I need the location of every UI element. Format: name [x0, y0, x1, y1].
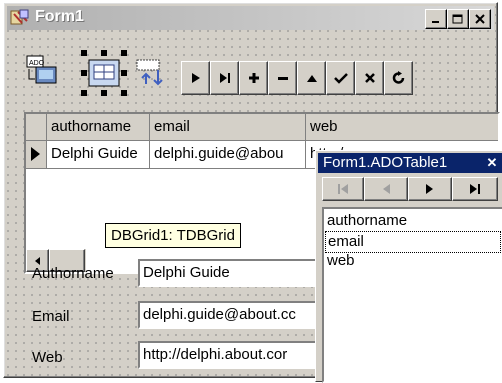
column-header[interactable]: authorname [47, 114, 150, 140]
scroll-left-icon [34, 256, 40, 265]
list-item[interactable]: web [327, 251, 355, 271]
minimize-icon [432, 21, 439, 23]
db-grid-component[interactable] [81, 50, 127, 96]
fields-editor-window: Form1.ADOTable1 ✕ authorname email web [315, 150, 502, 383]
list-item-selected[interactable]: email [325, 231, 501, 253]
last-record-icon [470, 184, 480, 194]
nav-delete-button[interactable] [268, 61, 297, 95]
play-icon [191, 73, 200, 83]
next-record-icon [426, 184, 433, 194]
svg-text:ADO: ADO [29, 60, 45, 67]
selection-handle[interactable] [121, 50, 127, 56]
plus-icon [248, 73, 259, 83]
title-bar[interactable]: Form1 [7, 6, 494, 30]
last-record-icon [219, 73, 230, 83]
nav-edit-button[interactable] [297, 61, 326, 95]
maximize-icon [452, 14, 463, 23]
authorname-field[interactable]: Delphi Guide [138, 259, 322, 287]
nav-first-button[interactable] [181, 61, 210, 95]
list-item[interactable]: authorname [327, 211, 407, 231]
nav-post-button[interactable] [326, 61, 355, 95]
selection-handle[interactable] [81, 70, 87, 76]
grid-cell[interactable]: Delphi Guide [47, 141, 150, 168]
column-header[interactable]: web [306, 114, 500, 140]
prior-record-icon [383, 184, 390, 194]
minus-icon [277, 77, 288, 80]
x-icon [364, 73, 375, 83]
refresh-icon [392, 71, 404, 84]
selection-handle[interactable] [121, 90, 127, 96]
nav-last-button[interactable] [210, 61, 239, 95]
triangle-up-icon [306, 75, 317, 82]
db-navigator-icon[interactable] [136, 56, 168, 88]
selection-handle[interactable] [101, 50, 107, 56]
indicator-header [26, 114, 47, 140]
web-label: Web [32, 349, 63, 366]
fe-next-button[interactable] [408, 177, 452, 201]
grid-cell[interactable]: delphi.guide@abou [150, 141, 306, 168]
fields-editor-close-icon[interactable]: ✕ [484, 156, 500, 170]
close-button[interactable] [469, 9, 491, 29]
db-grid-icon [88, 59, 120, 87]
current-row-arrow-icon [31, 147, 40, 161]
nav-refresh-button[interactable] [384, 61, 413, 95]
window-title: Form1 [35, 8, 84, 25]
fields-editor-title: Form1.ADOTable1 [323, 154, 448, 171]
minimize-button[interactable] [425, 9, 447, 29]
selection-handle[interactable] [101, 90, 107, 96]
component-tooltip: DBGrid1: TDBGrid [105, 223, 241, 248]
first-record-icon [338, 184, 348, 194]
check-icon [333, 73, 348, 84]
maximize-button[interactable] [447, 9, 469, 29]
fe-prior-button[interactable] [364, 177, 408, 201]
fe-first-button[interactable] [322, 177, 364, 201]
selection-handle[interactable] [121, 70, 127, 76]
grid-header: authorname email web [26, 114, 498, 141]
nav-cancel-button[interactable] [355, 61, 384, 95]
column-header[interactable]: email [150, 114, 306, 140]
selection-handle[interactable] [81, 90, 87, 96]
selection-handle[interactable] [81, 50, 87, 56]
authorname-label: Authorname [32, 265, 114, 282]
email-label: Email [32, 308, 70, 325]
web-field[interactable]: http://delphi.about.cor [138, 341, 322, 369]
close-icon [475, 14, 485, 24]
ado-connection-icon[interactable]: ADO [26, 55, 58, 87]
fields-list[interactable]: authorname email web [322, 207, 502, 383]
delphi-app-icon [10, 9, 29, 25]
email-field[interactable]: delphi.guide@about.cc [138, 301, 322, 329]
fe-last-button[interactable] [452, 177, 498, 201]
nav-insert-button[interactable] [239, 61, 268, 95]
fields-editor-title-bar[interactable]: Form1.ADOTable1 ✕ [318, 153, 502, 173]
row-indicator [26, 141, 47, 168]
